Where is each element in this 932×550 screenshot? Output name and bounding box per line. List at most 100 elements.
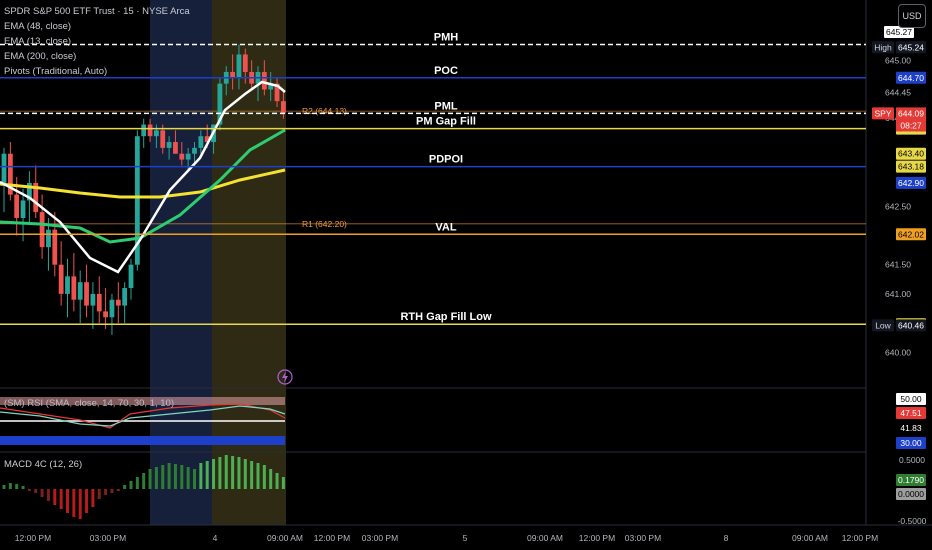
level-label: PML (434, 100, 458, 112)
candle-body (173, 142, 178, 154)
price-tag-value: 645.27 (886, 27, 912, 37)
price-tag-value: 642.90 (898, 178, 924, 188)
time-tick: 09:00 AM (792, 533, 828, 543)
macd-bar (205, 461, 209, 489)
candle[interactable] (103, 288, 108, 329)
candle[interactable] (122, 282, 128, 324)
candle-body (128, 264, 134, 289)
level-label: POC (434, 65, 458, 77)
candle-body (20, 200, 26, 218)
rsi-legend[interactable]: (SM) RSI (SMA, close, 14, 70, 30, 1, 10) (4, 398, 174, 409)
candle[interactable] (109, 293, 115, 335)
macd-bar (91, 489, 95, 507)
candle-body (58, 264, 64, 294)
macd-bar (173, 464, 177, 489)
macd-bar (243, 459, 247, 489)
time-tick: 4 (213, 533, 218, 543)
level-label: PM Gap Fill (416, 116, 476, 128)
level-label: PMH (434, 32, 459, 44)
macd-bar (66, 489, 69, 513)
price-tick: 641.50 (885, 260, 911, 270)
candle[interactable] (52, 212, 58, 277)
macd-bar (40, 489, 44, 497)
candle-body (179, 153, 185, 160)
candle[interactable] (141, 118, 147, 148)
trading-chart[interactable]: R2 (644.13) R1 (642.20) PMH POC PML PM Gap Fi… (0, 0, 932, 550)
macd-bar (123, 485, 127, 489)
candle-body (96, 293, 102, 312)
candle-body (14, 194, 20, 218)
candle[interactable] (71, 253, 77, 312)
rsi-oversold-band (0, 436, 285, 445)
time-tick: 03:00 PM (625, 533, 661, 543)
price-tick: 640.00 (885, 347, 911, 357)
price-tag-value: 50.00 (900, 394, 922, 404)
high-value-tag: 645.24 (896, 41, 926, 54)
macd-bar (154, 467, 158, 489)
candle-body (166, 142, 172, 148)
rsi-axis-tag: 30.00 (896, 437, 926, 449)
aftermarket-session-shade (212, 0, 286, 525)
time-tick: 12:00 PM (15, 533, 51, 543)
candle[interactable] (39, 194, 45, 259)
macd-axis-top: 0.5000 (899, 455, 925, 465)
price-tick: 641.00 (885, 289, 911, 299)
candle[interactable] (58, 241, 64, 306)
macd-legend[interactable]: MACD 4C (12, 26) (4, 459, 82, 470)
candle-body (46, 229, 51, 248)
macd-bar (72, 489, 76, 517)
candle[interactable] (65, 258, 70, 318)
macd-bar (212, 459, 216, 489)
price-tag-value: 643.40 (898, 149, 924, 159)
high-label-tag: High (872, 41, 894, 54)
price-tag-value: Low (875, 320, 891, 330)
candle[interactable] (96, 276, 102, 324)
currency-button[interactable]: USD (898, 4, 926, 28)
macd-bar (104, 489, 108, 495)
candle[interactable] (33, 165, 39, 218)
candle-body (39, 212, 45, 248)
macd-bar (218, 457, 222, 489)
macd-bar (78, 489, 82, 519)
macd-axis-tag: 0.1790 (896, 474, 926, 486)
current-price-tag[interactable]: 644.09 08:27 (896, 107, 926, 132)
candle[interactable] (90, 282, 96, 329)
level-price-tag: 642.90 (896, 176, 926, 189)
premarket-session-shade (150, 0, 212, 525)
candle[interactable] (134, 130, 140, 271)
macd-bar (46, 489, 50, 501)
pivot-label: R1 (642.20) (302, 219, 347, 229)
candle[interactable] (7, 142, 13, 201)
level-price-tag: 643.40 (896, 147, 926, 160)
macd-bar (161, 465, 165, 489)
candle[interactable] (1, 147, 7, 213)
price-tag-value: 41.83 (900, 423, 922, 433)
macd-bar (167, 463, 171, 489)
price-tick: 642.50 (885, 201, 911, 211)
macd-bar (224, 455, 228, 489)
candle[interactable] (84, 264, 89, 318)
pivot-label: R2 (644.13) (302, 106, 347, 116)
macd-bar (237, 457, 241, 489)
candle[interactable] (20, 188, 26, 242)
current-price-value: 644.09 (898, 108, 924, 118)
candle-body (77, 282, 83, 300)
macd-bar (21, 486, 25, 489)
candle[interactable] (77, 270, 83, 324)
macd-bar (129, 481, 133, 489)
macd-bar (180, 465, 184, 489)
rsi-axis-tag: 41.83 (896, 422, 926, 434)
level-price-tag: 643.18 (896, 160, 926, 173)
candle-body (147, 124, 153, 137)
candle[interactable] (115, 282, 121, 324)
level-label: RTH Gap Fill Low (400, 311, 491, 323)
candle-body (115, 299, 121, 306)
macd-bar (85, 489, 89, 513)
macd-axis-tag: 0.0000 (896, 488, 926, 500)
macd-bar (186, 467, 190, 489)
price-tag-value: 640.46 (898, 320, 924, 330)
time-tick: 5 (463, 533, 468, 543)
candle[interactable] (128, 258, 134, 300)
macd-bar (199, 463, 203, 489)
macd-bar (256, 463, 260, 489)
